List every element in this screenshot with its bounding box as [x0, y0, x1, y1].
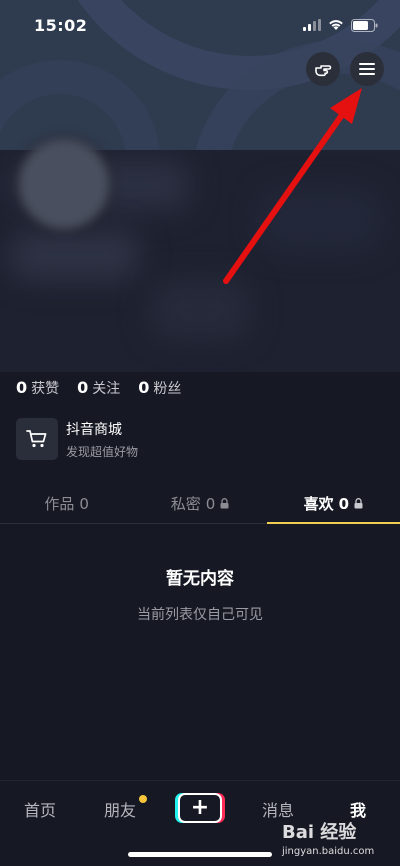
likes-label: 获赞: [31, 381, 60, 397]
lock-icon: [354, 498, 363, 509]
watermark-url: jingyan.baidu.com: [282, 846, 375, 857]
empty-state-title: 暂无内容: [166, 569, 234, 589]
followers-stat[interactable]: 0 粉丝: [138, 378, 181, 398]
shop-entry[interactable]: 抖音商城 发现超值好物: [16, 418, 138, 460]
nav-friends[interactable]: 朋友: [104, 797, 136, 821]
lock-icon: [220, 498, 229, 509]
signal-icon: [303, 19, 321, 31]
following-label: 关注: [92, 381, 121, 397]
tab-private-count: 0: [205, 494, 216, 513]
shop-title: 抖音商城: [66, 421, 122, 438]
likes-stat[interactable]: 0 获赞: [16, 378, 59, 398]
baidu-watermark: Bai 经验 jingyan.baidu.com: [282, 818, 374, 857]
friends-notification-dot: [139, 795, 147, 803]
tab-likes-label: 喜欢: [303, 495, 334, 513]
tab-works-count: 0: [79, 494, 89, 513]
tab-private-label: 私密: [170, 495, 201, 513]
blurred-region: [260, 190, 380, 250]
followers-label: 粉丝: [153, 381, 182, 397]
home-indicator[interactable]: [128, 852, 272, 857]
tab-works-label: 作品: [44, 495, 75, 513]
banner-decoration: [0, 60, 160, 150]
plus-icon: +: [178, 793, 222, 823]
watermark-brand: Bai 经验: [282, 822, 357, 843]
status-bar: 15:02: [0, 0, 400, 50]
following-stat[interactable]: 0 关注: [77, 378, 120, 398]
tab-likes[interactable]: 喜欢 0: [266, 484, 400, 524]
empty-state-subtitle: 当前列表仅自己可见: [137, 607, 263, 623]
wifi-icon: [329, 20, 343, 30]
profile-tabs: 作品 0 私密 0 喜欢 0: [0, 484, 400, 524]
tab-private[interactable]: 私密 0: [133, 484, 266, 523]
shop-subtitle: 发现超值好物: [66, 444, 139, 459]
pointing-hand-icon: [315, 65, 332, 77]
avatar[interactable]: [16, 136, 112, 232]
tab-works[interactable]: 作品 0: [0, 484, 133, 523]
followers-count: 0: [138, 378, 150, 397]
shop-icon-container: [16, 418, 58, 460]
visitor-button[interactable]: [306, 52, 340, 86]
create-button[interactable]: +: [175, 793, 225, 823]
battery-icon: [351, 18, 378, 32]
following-count: 0: [77, 378, 89, 397]
likes-count: 0: [16, 378, 28, 397]
profile-stats: 0 获赞 0 关注 0 粉丝: [16, 378, 181, 398]
blurred-region: [150, 280, 250, 340]
cart-icon: [26, 430, 47, 448]
menu-button[interactable]: [350, 52, 384, 86]
hamburger-icon: [359, 63, 375, 75]
nav-home[interactable]: 首页: [24, 797, 56, 821]
blurred-region: [10, 230, 140, 280]
status-time: 15:02: [34, 15, 88, 35]
tab-likes-count: 0: [338, 494, 350, 513]
